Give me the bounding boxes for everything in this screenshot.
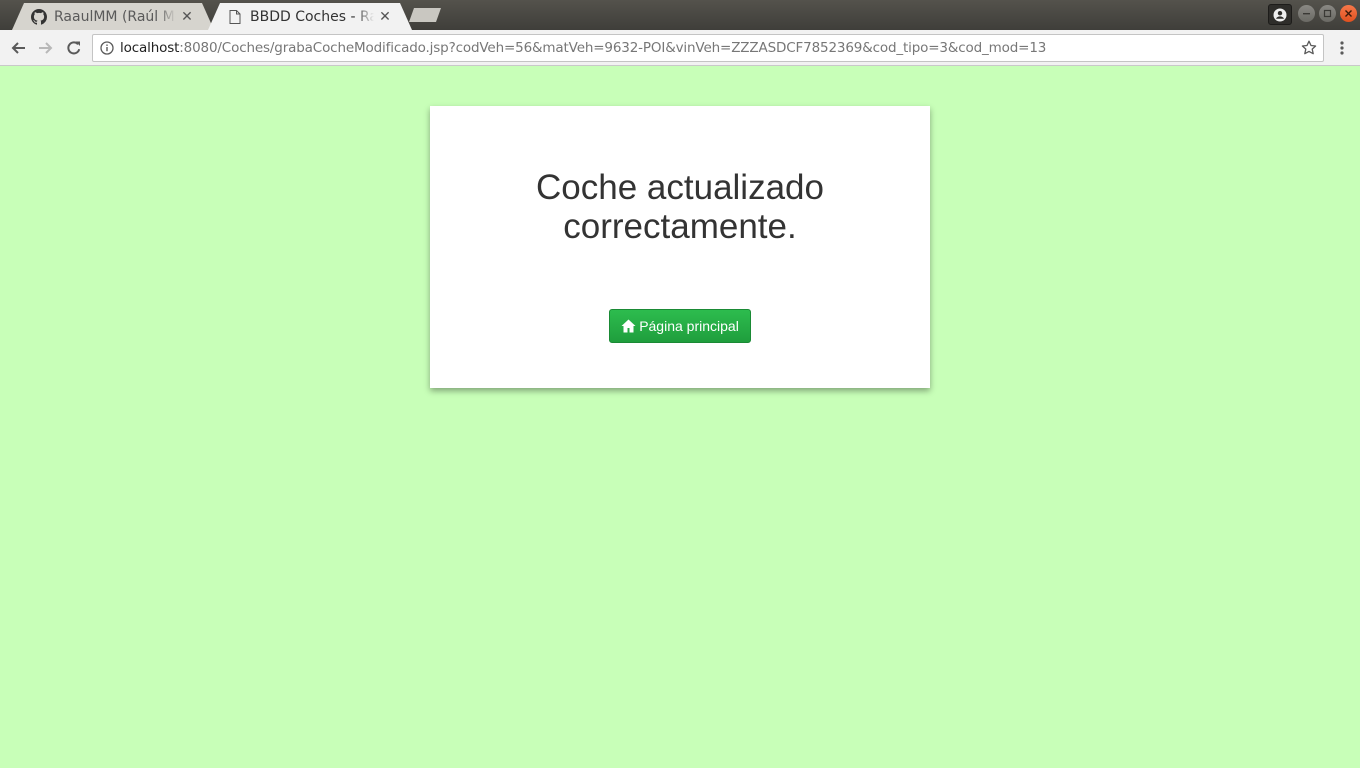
browser-menu-icon[interactable] (1332, 36, 1352, 60)
back-icon[interactable] (6, 36, 30, 60)
url-text: localhost:8080/Coches/grabaCocheModifica… (120, 40, 1046, 56)
home-icon (621, 319, 636, 333)
minimize-icon[interactable] (1298, 5, 1315, 22)
browser-tab-github[interactable]: RaaulMM (Raúl Mor ✕ (12, 3, 214, 30)
confirmation-card: Coche actualizado correctamente. Página … (430, 106, 930, 388)
home-page-button[interactable]: Página principal (609, 309, 751, 343)
close-window-icon[interactable] (1340, 5, 1357, 22)
browser-toolbar: localhost:8080/Coches/grabaCocheModifica… (0, 30, 1360, 66)
success-message: Coche actualizado correctamente. (536, 168, 824, 246)
maximize-icon[interactable] (1319, 5, 1336, 22)
profile-icon (1273, 8, 1287, 21)
tab-title: RaaulMM (Raúl Mor (54, 8, 176, 25)
browser-tab-bbdd-coches[interactable]: BBDD Coches - Raúl ✕ (208, 3, 412, 30)
tab-close-icon[interactable]: ✕ (374, 6, 396, 28)
tab-title: BBDD Coches - Raúl (250, 8, 374, 25)
forward-icon[interactable] (34, 36, 58, 60)
info-icon[interactable] (94, 41, 120, 55)
tab-close-icon[interactable]: ✕ (176, 6, 198, 28)
page-icon (226, 8, 244, 26)
address-bar[interactable]: localhost:8080/Coches/grabaCocheModifica… (92, 34, 1324, 62)
github-icon (30, 8, 48, 26)
window-controls (1298, 5, 1357, 22)
profile-button[interactable] (1268, 4, 1292, 25)
reload-icon[interactable] (62, 36, 86, 60)
new-tab-button[interactable] (409, 8, 441, 22)
url-path: :8080/Coches/grabaCocheModificado.jsp?co… (179, 40, 1047, 56)
bookmark-star-icon[interactable] (1299, 38, 1319, 58)
home-button-label: Página principal (639, 318, 739, 334)
url-host: localhost (120, 40, 180, 56)
browser-tab-strip: RaaulMM (Raúl Mor ✕ BBDD Coches - Raúl ✕ (0, 0, 1360, 30)
